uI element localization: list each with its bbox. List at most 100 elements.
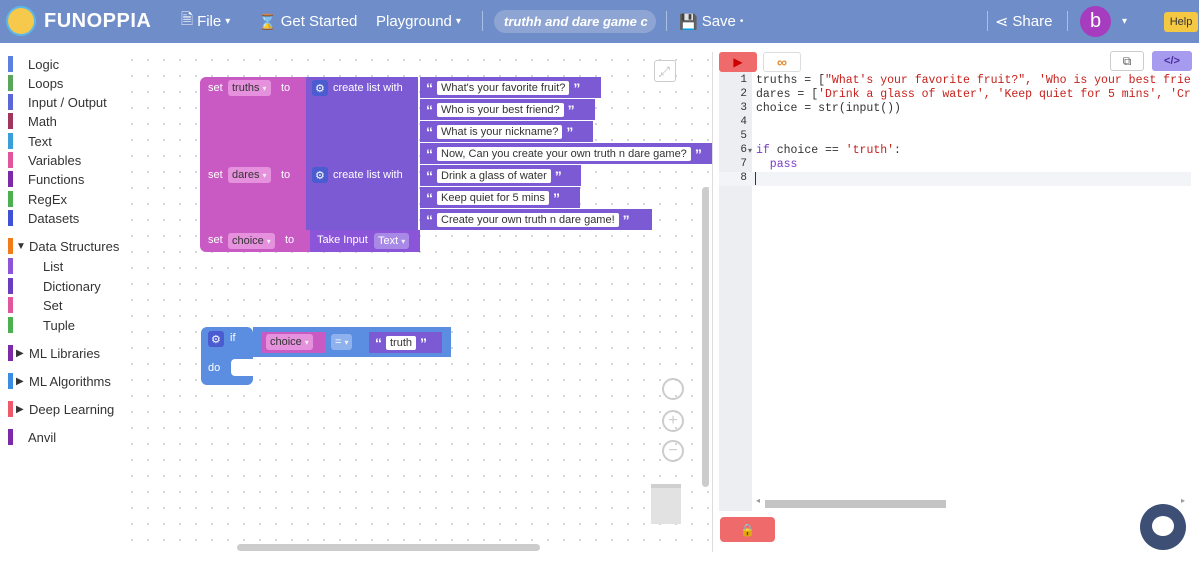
- code-text: dares = [: [756, 88, 819, 101]
- string-block[interactable]: “ Now, Can you create your own truth n da…: [420, 143, 712, 164]
- chevron-down-icon: ▾: [225, 16, 231, 27]
- category-math[interactable]: Math: [8, 112, 57, 130]
- scroll-right-icon[interactable]: ▸: [1181, 496, 1185, 505]
- code-view-icon[interactable]: </>: [1152, 51, 1192, 71]
- playground-menu[interactable]: Playground ▾: [376, 0, 461, 43]
- string-block[interactable]: “ Create your own truth n dare game!”: [420, 209, 652, 230]
- gear-icon[interactable]: ⚙: [208, 331, 224, 347]
- infinite-loop-button[interactable]: ∞: [763, 52, 801, 72]
- help-button[interactable]: Help: [1164, 12, 1198, 32]
- run-button[interactable]: ▶: [719, 52, 757, 72]
- line-number: 3: [740, 102, 747, 114]
- gear-icon[interactable]: ⚙: [312, 80, 328, 96]
- string-value[interactable]: Now, Can you create your own truth n dar…: [437, 146, 691, 161]
- category-list[interactable]: List: [8, 257, 63, 275]
- string-block[interactable]: “ Keep quiet for 5 mins”: [420, 187, 580, 208]
- var-name: choice: [232, 235, 264, 247]
- code-horizontal-scrollbar[interactable]: ◂ ▸: [753, 496, 1191, 509]
- close-quote-icon: ”: [566, 123, 574, 140]
- copy-icon[interactable]: ⧉: [1110, 51, 1144, 71]
- color-bar: [8, 133, 13, 149]
- divider: [666, 11, 667, 31]
- line-number: 2: [740, 88, 747, 100]
- var-dropdown-choice[interactable]: choice ▾: [228, 233, 275, 249]
- operator-dropdown[interactable]: = ▾: [331, 334, 353, 350]
- dropdown-arrow-icon: ▾: [266, 236, 271, 246]
- string-value[interactable]: Who is your best friend?: [437, 102, 564, 117]
- category-deep-learning[interactable]: ▶ Deep Learning: [8, 400, 114, 418]
- category-ml-algorithms[interactable]: ▶ ML Algorithms: [8, 372, 111, 390]
- vertical-scrollbar[interactable]: [702, 187, 709, 487]
- color-bar: [8, 258, 13, 274]
- var-dropdown-dares[interactable]: dares ▾: [228, 167, 271, 183]
- color-bar: [8, 317, 13, 333]
- avatar[interactable]: b: [1080, 6, 1111, 37]
- zoom-out-icon[interactable]: −: [662, 440, 684, 462]
- dropdown-arrow-icon: ▾: [262, 170, 267, 180]
- string-block[interactable]: “ Who is your best friend?”: [420, 99, 595, 120]
- blocks-workspace[interactable]: set truths ▾ to ⚙ create list with “What'…: [124, 52, 713, 552]
- scroll-thumb[interactable]: [765, 500, 946, 508]
- category-variables[interactable]: Variables: [8, 151, 81, 169]
- category-regex[interactable]: RegEx: [8, 190, 67, 208]
- category-set[interactable]: Set: [8, 296, 63, 314]
- scroll-left-icon[interactable]: ◂: [756, 496, 760, 505]
- share-button[interactable]: ⋖ Share: [995, 0, 1052, 43]
- category-datasets[interactable]: Datasets: [8, 209, 79, 227]
- string-value[interactable]: truth: [386, 335, 417, 350]
- string-value[interactable]: Keep quiet for 5 mins: [437, 190, 549, 205]
- do-label: do: [208, 362, 221, 374]
- horizontal-scrollbar[interactable]: [237, 544, 540, 551]
- playground-label: Playground: [376, 13, 452, 30]
- category-anvil[interactable]: Anvil: [8, 428, 56, 446]
- lock-button[interactable]: 🔒: [720, 517, 775, 542]
- project-title-input[interactable]: truthh and dare game c: [494, 10, 656, 33]
- category-label: Text: [28, 133, 52, 149]
- string-block[interactable]: “ Drink a glass of water”: [420, 165, 581, 186]
- string-value[interactable]: What's your favorite fruit?: [437, 80, 570, 95]
- triangle-right-icon: ▶: [16, 347, 24, 359]
- file-menu[interactable]: 🗎 File ▾: [181, 0, 230, 43]
- category-label: Deep Learning: [29, 401, 115, 417]
- string-value[interactable]: What is your nickname?: [437, 124, 563, 139]
- string-value[interactable]: Drink a glass of water: [437, 168, 551, 183]
- category-dictionary[interactable]: Dictionary: [8, 277, 101, 295]
- funoppia-logo-icon[interactable]: [8, 8, 34, 34]
- fullscreen-icon[interactable]: ⤢: [654, 60, 676, 82]
- string-block[interactable]: “ truth”: [369, 332, 442, 353]
- account-chevron-down-icon[interactable]: ▾: [1122, 0, 1127, 43]
- get-started-link[interactable]: ⌛ Get Started: [258, 0, 357, 43]
- category-label: Logic: [28, 56, 60, 72]
- category-data-structures[interactable]: ▼ Data Structures: [8, 237, 119, 255]
- trash-icon[interactable]: [651, 484, 681, 524]
- save-label: Save: [701, 13, 736, 30]
- category-loops[interactable]: Loops: [8, 74, 63, 92]
- fold-chevron-icon[interactable]: ▾: [748, 146, 752, 155]
- code-line-3: choice = str(input()): [756, 102, 901, 115]
- code-editor[interactable]: truths = ["What's your favorite fruit?",…: [753, 72, 1191, 502]
- input-type-dropdown[interactable]: Text ▾: [374, 233, 410, 249]
- category-ml-libraries[interactable]: ▶ ML Libraries: [8, 344, 100, 362]
- recenter-icon[interactable]: [662, 378, 684, 400]
- category-label: ML Algorithms: [29, 373, 111, 389]
- share-icon: ⋖: [995, 13, 1009, 31]
- compare-var-dropdown[interactable]: choice ▾: [266, 334, 313, 350]
- category-functions[interactable]: Functions: [8, 170, 84, 188]
- category-input-output[interactable]: Input / Output: [8, 93, 107, 111]
- string-block[interactable]: “ What's your favorite fruit?”: [420, 77, 601, 98]
- brand-name[interactable]: FUNOPPIA: [44, 0, 151, 43]
- category-text[interactable]: Text: [8, 132, 52, 150]
- gear-icon[interactable]: ⚙: [312, 167, 328, 183]
- category-label: Input / Output: [28, 94, 107, 110]
- create-list-label: create list with: [333, 169, 403, 181]
- zoom-in-icon[interactable]: +: [662, 410, 684, 432]
- category-logic[interactable]: Logic: [8, 55, 59, 73]
- var-dropdown-truths[interactable]: truths ▾: [228, 80, 271, 96]
- chat-bubble-icon[interactable]: [1140, 504, 1186, 550]
- string-block[interactable]: “ What is your nickname?”: [420, 121, 593, 142]
- close-quote-icon: ”: [554, 167, 562, 184]
- open-quote-icon: “: [426, 79, 433, 96]
- string-value[interactable]: Create your own truth n dare game!: [437, 212, 619, 227]
- category-tuple[interactable]: Tuple: [8, 316, 75, 334]
- save-button[interactable]: 💾 Save •: [679, 0, 743, 43]
